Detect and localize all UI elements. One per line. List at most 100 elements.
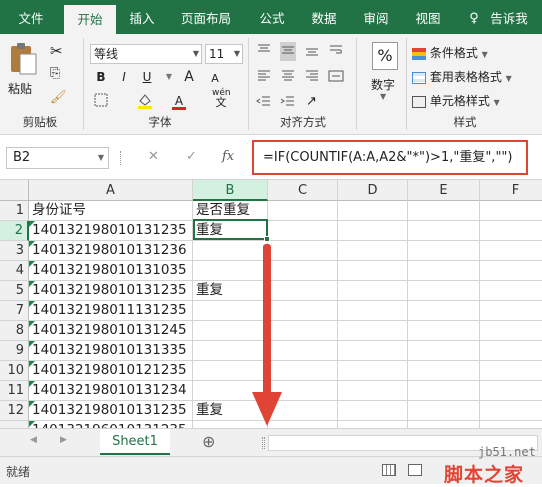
empty-cell[interactable] [480, 321, 542, 341]
row-header[interactable]: 3 [0, 241, 29, 261]
empty-cell[interactable] [480, 241, 542, 261]
font-color-button[interactable]: A [170, 92, 188, 110]
fill-color-icon[interactable] [136, 92, 154, 110]
row-header[interactable]: 1 [0, 201, 29, 221]
formula-input[interactable]: =IF(COUNTIF(A:A,A2&"*")>1,"重复","") [252, 140, 528, 175]
border-icon[interactable] [92, 92, 110, 110]
empty-cell[interactable] [480, 301, 542, 321]
left-align-icon[interactable] [256, 68, 272, 87]
conditional-format-button[interactable]: 条件格式 ▼ [412, 44, 488, 61]
cell-a[interactable]: 140132196010131235 [29, 421, 193, 428]
empty-cell[interactable] [408, 261, 480, 281]
enter-button[interactable]: ✓ [186, 149, 197, 164]
empty-cell[interactable] [338, 221, 408, 241]
scroll-right-icon[interactable]: ▶ [60, 435, 67, 445]
empty-cell[interactable] [408, 241, 480, 261]
empty-cell[interactable] [480, 281, 542, 301]
empty-cell[interactable] [408, 361, 480, 381]
empty-cell[interactable] [408, 401, 480, 421]
cell-a[interactable]: 140132198010131235 [29, 281, 193, 301]
paste-button[interactable]: 粘贴 [6, 40, 40, 100]
cell-a[interactable]: 140132198010131335 [29, 341, 193, 361]
formula-bar-grip[interactable] [120, 151, 123, 165]
empty-cell[interactable] [338, 261, 408, 281]
tab-review[interactable]: 审阅 [356, 0, 396, 34]
empty-cell[interactable] [408, 301, 480, 321]
scroll-handle[interactable] [262, 437, 265, 449]
font-size-select[interactable]: 11 ▼ [205, 44, 243, 64]
middle-align-icon[interactable] [280, 42, 296, 61]
tab-page-layout[interactable]: 页面布局 [172, 0, 240, 34]
empty-cell[interactable] [338, 361, 408, 381]
cell-a[interactable]: 140132198010131245 [29, 321, 193, 341]
empty-cell[interactable] [268, 221, 338, 241]
empty-cell[interactable] [338, 201, 408, 221]
increase-indent-icon[interactable] [280, 94, 296, 113]
empty-cell[interactable] [338, 281, 408, 301]
cell-a[interactable]: 140132198010131235 [29, 221, 193, 241]
decrease-indent-icon[interactable] [256, 94, 272, 113]
number-format-button[interactable]: % 数字 ▼ [364, 42, 406, 102]
wrap-text-icon[interactable] [328, 42, 344, 61]
tab-file[interactable]: 文件 [6, 0, 56, 34]
tab-view[interactable]: 视图 [408, 0, 448, 34]
cell-a[interactable]: 140132198010131236 [29, 241, 193, 261]
row-header[interactable]: 8 [0, 321, 29, 341]
row-header[interactable] [0, 421, 29, 428]
empty-cell[interactable] [408, 221, 480, 241]
empty-cell[interactable] [480, 261, 542, 281]
format-painter-icon[interactable]: 🖌 [50, 90, 67, 105]
empty-cell[interactable] [480, 421, 542, 428]
empty-cell[interactable] [480, 221, 542, 241]
empty-cell[interactable] [480, 401, 542, 421]
empty-cell[interactable] [338, 241, 408, 261]
empty-cell[interactable] [408, 421, 480, 428]
empty-cell[interactable] [268, 201, 338, 221]
row-header[interactable]: 12 [0, 401, 29, 421]
column-header-c[interactable]: C [268, 180, 338, 201]
empty-cell[interactable] [338, 421, 408, 428]
add-sheet-button[interactable]: ⊕ [202, 432, 215, 451]
font-name-select[interactable]: 等线 ▼ [90, 44, 202, 64]
bottom-align-icon[interactable] [304, 42, 320, 61]
row-header[interactable]: 7 [0, 301, 29, 321]
row-header[interactable]: 10 [0, 361, 29, 381]
column-header-d[interactable]: D [338, 180, 408, 201]
row-header[interactable]: 9 [0, 341, 29, 361]
merge-center-icon[interactable] [328, 68, 344, 87]
tab-insert[interactable]: 插入 [120, 0, 164, 34]
cell-a[interactable]: 140132198010131235 [29, 401, 193, 421]
cell-a[interactable]: 140132198010131035 [29, 261, 193, 281]
right-align-icon[interactable] [304, 68, 320, 87]
worksheet-grid[interactable]: A B C D E F 1 身份证号 是否重复 2 140132198010131235… [0, 180, 542, 428]
empty-cell[interactable] [338, 301, 408, 321]
tab-home[interactable]: 开始 [64, 5, 116, 34]
empty-cell[interactable] [480, 381, 542, 401]
empty-cell[interactable] [338, 401, 408, 421]
column-header-a[interactable]: A [29, 180, 193, 201]
top-align-icon[interactable] [256, 42, 272, 61]
bold-button[interactable]: B [92, 68, 110, 86]
row-header[interactable]: 2 [0, 221, 29, 241]
empty-cell[interactable] [338, 341, 408, 361]
cell-b[interactable]: 是否重复 [193, 201, 268, 221]
phonetic-button[interactable]: wén 文 [212, 88, 231, 108]
cell-a[interactable]: 身份证号 [29, 201, 193, 221]
center-align-icon[interactable] [280, 68, 296, 87]
normal-view-icon[interactable] [382, 464, 396, 476]
empty-cell[interactable] [408, 341, 480, 361]
cell-style-button[interactable]: 单元格样式 ▼ [412, 92, 500, 109]
underline-button[interactable]: U [138, 68, 156, 86]
column-header-f[interactable]: F [480, 180, 542, 201]
column-header-e[interactable]: E [408, 180, 480, 201]
chevron-down-icon[interactable]: ▼ [160, 68, 178, 86]
tab-data[interactable]: 数据 [304, 0, 344, 34]
empty-cell[interactable] [480, 341, 542, 361]
empty-cell[interactable] [408, 281, 480, 301]
empty-cell[interactable] [408, 381, 480, 401]
italic-button[interactable]: I [115, 68, 133, 86]
row-header[interactable]: 4 [0, 261, 29, 281]
fill-handle[interactable] [264, 236, 270, 242]
shrink-font-button[interactable]: A [206, 70, 224, 88]
scroll-left-icon[interactable]: ◀ [30, 435, 37, 445]
